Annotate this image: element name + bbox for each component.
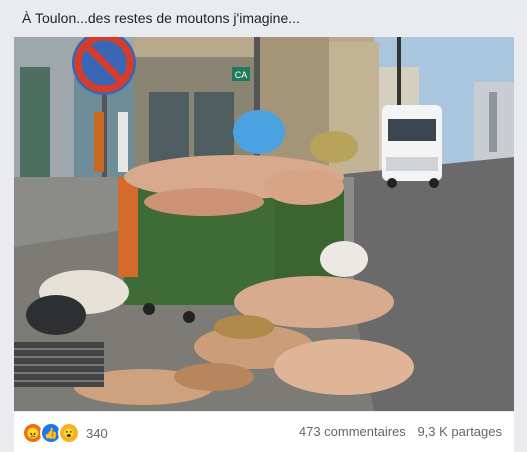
post-text: À Toulon...des restes de moutons j'imagi… (22, 10, 300, 26)
post-photo[interactable]: CA (14, 37, 514, 411)
photo-illustration: CA (14, 37, 514, 411)
reactions-summary[interactable]: 😠 👍 😮 340 (22, 422, 108, 444)
facebook-post: À Toulon...des restes de moutons j'imagi… (0, 0, 527, 452)
comments-link[interactable]: 473 commentaires (299, 424, 406, 439)
store-logo: CA (235, 70, 248, 80)
post-footer: 😠 👍 😮 340 473 commentaires 9,3 K partage… (14, 412, 514, 452)
wow-reaction-icon: 😮 (58, 422, 80, 444)
post-stats: 473 commentaires 9,3 K partages (291, 424, 502, 439)
reaction-count: 340 (86, 425, 108, 441)
shares-link[interactable]: 9,3 K partages (417, 424, 502, 439)
